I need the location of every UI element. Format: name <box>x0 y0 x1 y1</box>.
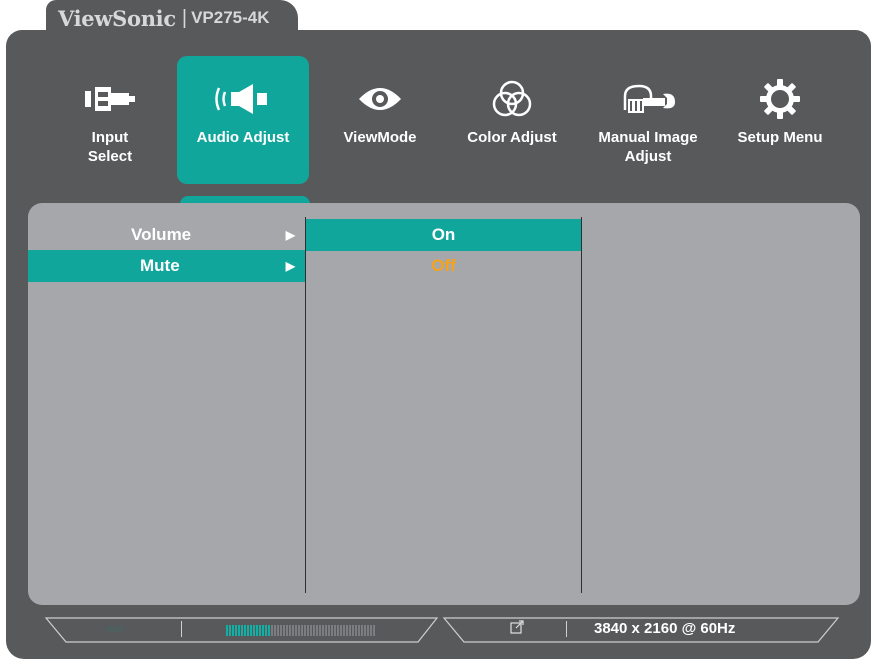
eco-level-segment <box>256 625 258 636</box>
eco-level-segment <box>295 625 297 636</box>
eco-icon: eco <box>107 624 124 635</box>
eco-level-segment <box>346 625 348 636</box>
eco-level-segment <box>250 625 252 636</box>
eco-level-segment <box>367 625 369 636</box>
input-select-icon <box>82 70 138 128</box>
menu-manual-image-adjust[interactable]: Manual Image Adjust <box>582 56 714 184</box>
eco-level-segment <box>232 625 234 636</box>
status-bar: eco 3840 x 2160 @ 60Hz <box>44 616 840 644</box>
submenu-panel: Volume ▶ Mute ▶ On Off <box>28 203 860 605</box>
eco-level-segment <box>247 625 249 636</box>
model-name: VP275-4K <box>191 8 270 27</box>
eco-level-segment <box>337 625 339 636</box>
eco-level-segment <box>298 625 300 636</box>
menu-setup-menu[interactable]: Setup Menu <box>714 56 846 184</box>
eco-level-segment <box>238 625 240 636</box>
eco-level-segment <box>340 625 342 636</box>
eco-level-segment <box>262 625 264 636</box>
menu-label: Manual Image Adjust <box>598 129 698 165</box>
eco-level-segment <box>289 625 291 636</box>
eco-level-segment <box>286 625 288 636</box>
submenu-label: Mute <box>140 256 180 275</box>
eco-level-segment <box>370 625 372 636</box>
brand-logo: ViewSonic <box>58 5 176 31</box>
eco-level-segment <box>280 625 282 636</box>
column-divider <box>581 217 582 593</box>
submenu-label: Volume <box>131 225 192 244</box>
eco-level-segment <box>307 625 309 636</box>
eco-level-segment <box>292 625 294 636</box>
menu-label: Setup Menu <box>737 129 823 146</box>
eco-level-segment <box>274 625 276 636</box>
eco-level-segment <box>358 625 360 636</box>
eco-level-segment <box>304 625 306 636</box>
brand-separator: | <box>181 6 188 29</box>
status-divider <box>181 621 182 637</box>
option-label: On <box>431 225 456 244</box>
eco-level-segment <box>253 625 255 636</box>
eco-level-segment <box>226 625 228 636</box>
eco-level-segment <box>331 625 333 636</box>
eye-icon <box>355 70 405 128</box>
submenu-item-volume[interactable]: Volume ▶ <box>28 219 305 251</box>
eco-level-segment <box>229 625 231 636</box>
eco-level-segment <box>364 625 366 636</box>
eco-level-segment <box>343 625 345 636</box>
eco-level-segment <box>310 625 312 636</box>
eco-level-segment <box>313 625 315 636</box>
menu-label: ViewMode <box>343 129 417 146</box>
submenu-item-mute[interactable]: Mute ▶ <box>28 250 305 282</box>
eco-level-segment <box>319 625 321 636</box>
option-off[interactable]: Off <box>306 250 581 282</box>
hand-wrench-icon <box>617 70 679 128</box>
eco-level-segment <box>322 625 324 636</box>
eco-level-segment <box>265 625 267 636</box>
option-label: Off <box>431 256 456 275</box>
menu-label: Color Adjust <box>467 129 557 146</box>
menu-label: Audio Adjust <box>196 129 290 146</box>
color-circles-icon <box>490 70 534 128</box>
eco-level-segment <box>244 625 246 636</box>
eco-level-segment <box>355 625 357 636</box>
eco-level-segment <box>277 625 279 636</box>
eco-level-segment <box>352 625 354 636</box>
eco-level-segment <box>301 625 303 636</box>
eco-level-segment <box>316 625 318 636</box>
eco-level-segment <box>241 625 243 636</box>
gear-icon <box>758 70 802 128</box>
eco-level-segment <box>328 625 330 636</box>
menu-label: Input Select <box>87 129 133 165</box>
menu-audio-adjust[interactable]: Audio Adjust <box>177 56 309 184</box>
eco-level-segment <box>334 625 336 636</box>
eco-level-segment <box>349 625 351 636</box>
eco-level-segment <box>283 625 285 636</box>
speaker-icon <box>211 70 275 128</box>
menu-color-adjust[interactable]: Color Adjust <box>446 56 578 184</box>
eco-level-meter <box>226 625 375 636</box>
resolution-readout: 3840 x 2160 @ 60Hz <box>594 620 736 637</box>
eco-level-segment <box>268 625 270 636</box>
eco-level-segment <box>271 625 273 636</box>
menu-input-select[interactable]: Input Select <box>44 56 176 184</box>
status-divider <box>566 621 567 637</box>
eco-level-segment <box>235 625 237 636</box>
arrow-right-icon: ▶ <box>285 228 295 242</box>
eco-level-segment <box>325 625 327 636</box>
option-on[interactable]: On <box>306 219 581 251</box>
eco-level-segment <box>373 625 375 636</box>
external-link-icon <box>510 620 524 637</box>
eco-level-segment <box>361 625 363 636</box>
arrow-right-icon: ▶ <box>285 259 295 273</box>
eco-level-segment <box>259 625 261 636</box>
menu-viewmode[interactable]: ViewMode <box>314 56 446 184</box>
